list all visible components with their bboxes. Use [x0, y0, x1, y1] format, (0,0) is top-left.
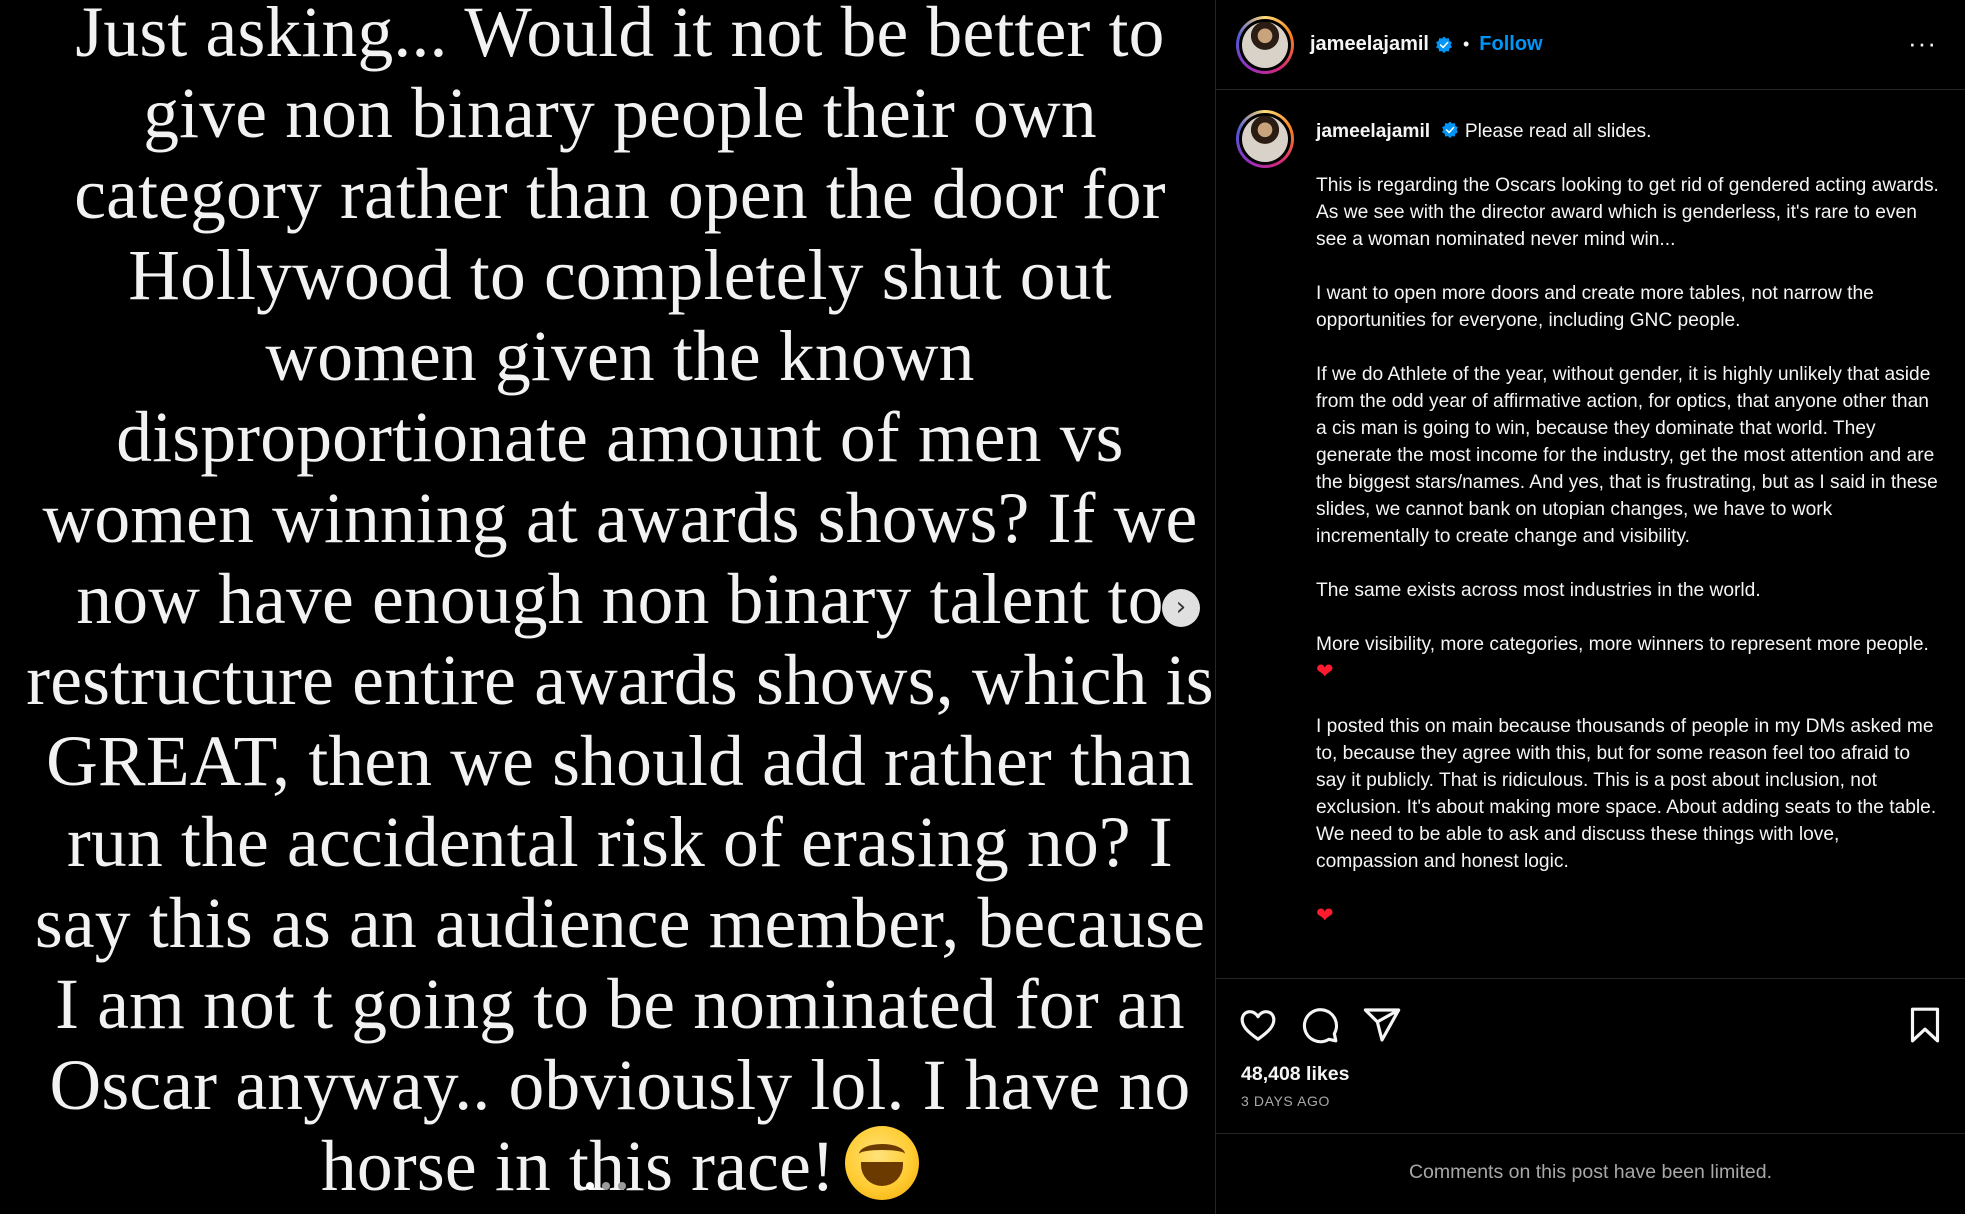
comments-limited-notice: Comments on this post have been limited.: [1216, 1133, 1965, 1209]
caption-paragraph: I want to open more doors and create mor…: [1316, 283, 1874, 331]
media-line: run the accidental risk of erasing no? I: [67, 803, 1173, 882]
media-line: Oscar anyway.. obviously lol. I have no: [49, 1046, 1191, 1125]
carousel-dot: [586, 1182, 594, 1190]
caption-intro: Please read all slides.: [1464, 121, 1652, 142]
like-heart-icon[interactable]: [1238, 1005, 1278, 1045]
media-line: give non binary people their own: [143, 74, 1097, 153]
carousel-dot: [618, 1182, 626, 1190]
avatar-image: [1242, 21, 1288, 68]
post-media[interactable]: Just asking... Would it not be better to…: [0, 0, 1215, 1214]
caption-area: jameelajamil Please read all slides. Thi…: [1216, 90, 1965, 978]
media-line: Just asking... Would it not be better to: [75, 0, 1165, 72]
header-username[interactable]: jameelajamil: [1310, 33, 1429, 56]
media-line: I am not t going to be nominated for an: [55, 965, 1185, 1044]
post-actions: 48,408 likes 3 DAYS AGO Comments on this…: [1216, 978, 1965, 1208]
media-line: women winning at awards shows? If we: [42, 479, 1198, 558]
media-line-last: horse in this race!: [0, 1126, 1215, 1207]
verified-badge-icon: [1442, 121, 1459, 139]
more-options-icon[interactable]: ···: [1908, 30, 1937, 56]
red-heart-icon: ❤: [1316, 904, 1334, 927]
caption-paragraph: This is regarding the Oscars looking to …: [1316, 175, 1939, 250]
separator-dot: •: [1462, 34, 1470, 54]
caption-first-line: jameelajamil Please read all slides.: [1316, 118, 1941, 145]
avatar[interactable]: [1236, 15, 1294, 74]
caption-body: jameelajamil Please read all slides. Thi…: [1316, 118, 1941, 957]
media-line-text: horse in this race!: [320, 1127, 836, 1206]
media-line: women given the known: [265, 317, 975, 396]
media-line: category rather than open the door for: [74, 155, 1166, 234]
share-icon[interactable]: [1362, 1005, 1402, 1045]
avatar-image: [1242, 116, 1288, 162]
verified-badge-icon: [1436, 35, 1452, 53]
follow-button[interactable]: Follow: [1479, 33, 1542, 56]
media-line: Hollywood to completely shut out: [128, 236, 1112, 315]
comment-icon[interactable]: [1300, 1005, 1340, 1045]
media-line: say this as an audience member, because: [34, 884, 1206, 963]
likes-count[interactable]: 48,408 likes: [1241, 1063, 1349, 1086]
red-heart-icon: ❤: [1316, 660, 1334, 683]
caption-paragraph: If we do Athlete of the year, without ge…: [1316, 364, 1938, 547]
media-text: Just asking... Would it not be better to…: [0, 0, 1215, 1207]
chevron-right-icon: ›: [1175, 592, 1187, 622]
media-line: GREAT, then we should add rather than: [46, 722, 1194, 801]
bookmark-icon[interactable]: [1905, 1005, 1945, 1045]
media-line: now have enough non binary talent to: [76, 560, 1164, 639]
caption-paragraph-with-heart: More visibility, more categories, more w…: [1316, 631, 1941, 686]
caption-heart-line: ❤: [1316, 902, 1941, 930]
carousel-dot: [602, 1182, 610, 1190]
media-line: restructure entire awards shows, which i…: [26, 641, 1214, 720]
caption-avatar[interactable]: [1236, 110, 1294, 168]
action-icons: [1238, 1005, 1402, 1045]
next-slide-button[interactable]: ›: [1162, 589, 1200, 627]
carousel-dots: [586, 1182, 626, 1190]
face-with-tears-of-joy-icon: [845, 1126, 920, 1200]
caption-paragraph: I posted this on main because thousands …: [1316, 716, 1937, 872]
caption-username[interactable]: jameelajamil: [1316, 121, 1430, 142]
media-line: disproportionate amount of men vs: [116, 398, 1124, 477]
post-header: jameelajamil • Follow ···: [1216, 0, 1965, 90]
post-side-panel: jameelajamil • Follow ··· jameelajamil P…: [1215, 0, 1965, 1214]
caption-paragraph: More visibility, more categories, more w…: [1316, 634, 1929, 655]
caption-paragraph: The same exists across most industries i…: [1316, 580, 1761, 601]
post-timestamp[interactable]: 3 DAYS AGO: [1241, 1093, 1330, 1109]
